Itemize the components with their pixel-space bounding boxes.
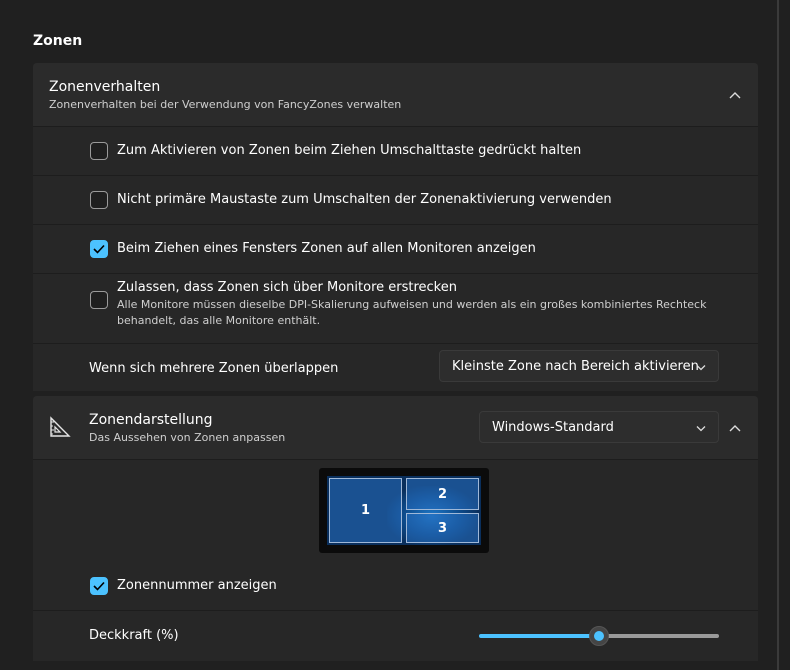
slider-rest	[599, 634, 719, 638]
chevron-down-icon	[696, 421, 706, 436]
shift-drag-label: Zum Aktivieren von Zonen beim Ziehen Ums…	[117, 143, 582, 158]
zone-appearance-header[interactable]: Zonendarstellung Das Aussehen von Zonen …	[33, 396, 758, 459]
zone-behavior-title: Zonenverhalten	[49, 79, 161, 95]
show-zone-number-label: Zonennummer anzeigen	[117, 578, 277, 593]
span-monitors-description: Alle Monitore müssen dieselbe DPI-Skalie…	[117, 298, 707, 327]
scrollbar-track[interactable]	[777, 0, 779, 670]
chevron-up-icon[interactable]	[723, 83, 747, 107]
checkmark-icon	[93, 581, 105, 591]
preview-wallpaper: 1 2 3	[327, 476, 481, 545]
chevron-down-icon	[696, 360, 706, 375]
slider-thumb[interactable]	[589, 626, 609, 646]
zone-appearance-card: Zonendarstellung Das Aussehen von Zonen …	[33, 396, 758, 661]
checkmark-icon	[93, 244, 105, 254]
row-divider	[33, 224, 758, 225]
appearance-selected: Windows-Standard	[492, 419, 614, 435]
opacity-label: Deckkraft (%)	[89, 628, 179, 643]
zone-behavior-body: Zum Aktivieren von Zonen beim Ziehen Ums…	[33, 126, 758, 391]
zone-behavior-header[interactable]: Zonenverhalten Zonenverhalten bei der Ve…	[33, 63, 758, 126]
appearance-dropdown[interactable]: Windows-Standard	[479, 411, 719, 443]
overlap-selected: Kleinste Zone nach Bereich aktivieren	[452, 358, 699, 374]
zone-behavior-card: Zonenverhalten Zonenverhalten bei der Ve…	[33, 63, 758, 391]
row-divider	[33, 175, 758, 176]
zone-2: 2	[406, 478, 479, 510]
section-title: Zonen	[33, 33, 83, 49]
opacity-slider[interactable]	[479, 626, 719, 646]
zone-preview: 1 2 3	[319, 468, 489, 553]
all-monitors-checkbox[interactable]	[90, 240, 108, 258]
zone-3: 3	[406, 513, 479, 543]
span-monitors-label: Zulassen, dass Zonen sich über Monitore …	[117, 280, 457, 295]
chevron-up-icon[interactable]	[723, 416, 747, 440]
all-monitors-label: Beim Ziehen eines Fensters Zonen auf all…	[117, 241, 536, 256]
slider-fill	[479, 634, 599, 638]
zone-appearance-title: Zonendarstellung	[89, 412, 213, 428]
zone-appearance-body: 1 2 3 Zonennummer anzeigen Deckkraft (%)	[33, 459, 758, 661]
row-divider	[33, 610, 758, 611]
overlap-label: Wenn sich mehrere Zonen überlappen	[89, 361, 339, 376]
row-divider	[33, 273, 758, 274]
ruler-triangle-icon	[50, 416, 71, 437]
mouse-button-checkbox[interactable]	[90, 191, 108, 209]
span-monitors-checkbox[interactable]	[90, 291, 108, 309]
shift-drag-checkbox[interactable]	[90, 142, 108, 160]
zone-behavior-subtitle: Zonenverhalten bei der Verwendung von Fa…	[49, 98, 402, 111]
mouse-button-label: Nicht primäre Maustaste zum Umschalten d…	[117, 192, 612, 207]
zone-1: 1	[329, 478, 402, 543]
overlap-dropdown[interactable]: Kleinste Zone nach Bereich aktivieren	[439, 350, 719, 382]
row-divider	[33, 343, 758, 344]
show-zone-number-checkbox[interactable]	[90, 577, 108, 595]
zone-appearance-subtitle: Das Aussehen von Zonen anpassen	[89, 431, 286, 444]
